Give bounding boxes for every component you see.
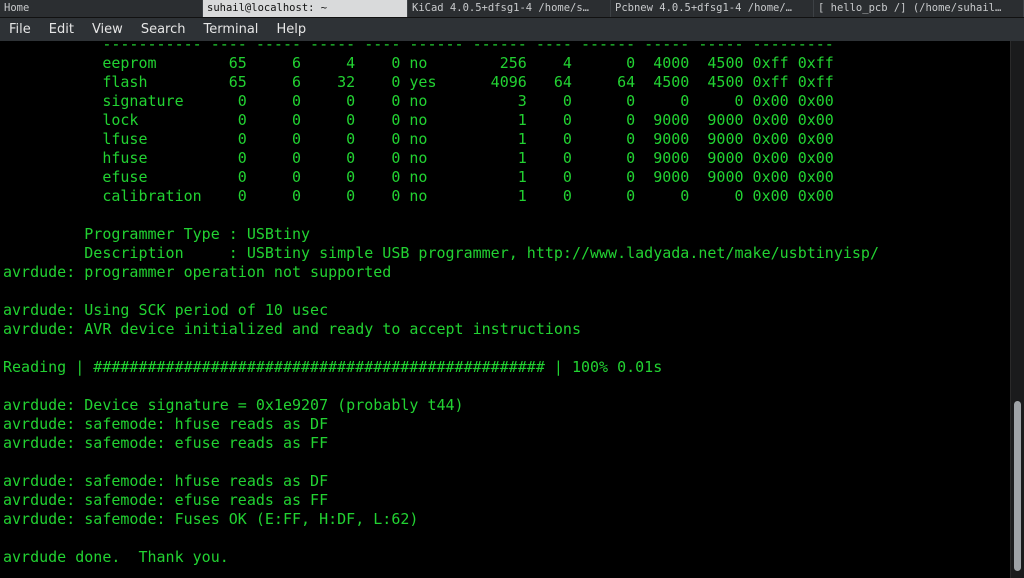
terminal-line: lfuse 0 0 0 0 no 1 0 0 9000 9000 0x00 0x… [3,130,834,148]
taskbar-item-hello-pcb[interactable]: [ hello_pcb /] (/home/suhail… [814,0,1024,17]
terminal-line: efuse 0 0 0 0 no 1 0 0 9000 9000 0x00 0x… [3,168,834,186]
menu-bar: File Edit View Search Terminal Help [0,18,1024,41]
taskbar-item-kicad[interactable]: KiCad 4.0.5+dfsg1-4 /home/s… [408,0,611,17]
menu-terminal[interactable]: Terminal [194,18,267,41]
menu-edit[interactable]: Edit [40,18,83,41]
terminal-line: avrdude: safemode: efuse reads as FF [3,434,329,452]
terminal-line: Reading | ##############################… [3,358,663,376]
menu-file[interactable]: File [0,18,40,41]
terminal-line: flash 65 6 32 0 yes 4096 64 64 4500 4500… [3,73,834,91]
terminal-line: Description : USBtiny simple USB program… [3,244,879,262]
scrollbar-thumb[interactable] [1014,401,1021,571]
terminal-output[interactable]: ----------- ---- ----- ----- ---- ------… [0,41,1010,578]
terminal-line: avrdude: safemode: hfuse reads as DF [3,415,329,433]
terminal-line: signature 0 0 0 0 no 3 0 0 0 0 0x00 0x00 [3,92,834,110]
terminal-scrollbar[interactable] [1010,41,1024,578]
terminal-line: eeprom 65 6 4 0 no 256 4 0 4000 4500 0xf… [3,54,834,72]
taskbar-item-pcbnew[interactable]: Pcbnew 4.0.5+dfsg1-4 /home/… [611,0,814,17]
terminal-line: Programmer Type : USBtiny [3,225,311,243]
terminal-line: avrdude: programmer operation not suppor… [3,263,392,281]
terminal-line: avrdude: Using SCK period of 10 usec [3,301,329,319]
terminal-line: avrdude: safemode: hfuse reads as DF [3,472,329,490]
menu-help[interactable]: Help [267,18,315,41]
terminal-line: calibration 0 0 0 0 no 1 0 0 0 0 0x00 0x… [3,187,834,205]
terminal-line: avrdude: safemode: Fuses OK (E:FF, H:DF,… [3,510,419,528]
taskbar-item-terminal[interactable]: suhail@localhost: ~ [203,0,408,17]
terminal-line: ----------- ---- ----- ----- ---- ------… [3,41,834,53]
terminal-line: avrdude done. Thank you. [3,548,229,566]
menu-view[interactable]: View [83,18,132,41]
terminal-line: lock 0 0 0 0 no 1 0 0 9000 9000 0x00 0x0… [3,111,834,129]
terminal-line: avrdude: AVR device initialized and read… [3,320,581,338]
taskbar: Home suhail@localhost: ~ KiCad 4.0.5+dfs… [0,0,1024,18]
terminal-line: hfuse 0 0 0 0 no 1 0 0 9000 9000 0x00 0x… [3,149,834,167]
terminal-line: avrdude: safemode: efuse reads as FF [3,491,329,509]
terminal-text: ----------- ---- ----- ----- ---- ------… [3,41,879,567]
terminal-line: avrdude: Device signature = 0x1e9207 (pr… [3,396,464,414]
taskbar-item-home[interactable]: Home [0,0,203,17]
menu-search[interactable]: Search [132,18,195,41]
